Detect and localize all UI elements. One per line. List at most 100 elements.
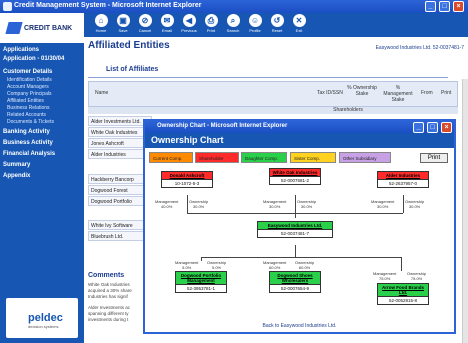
company-header: Easywood Industries Ltd. 52-0037481-7 <box>375 45 464 51</box>
nav-summary[interactable]: Summary <box>3 162 30 168</box>
exit-button[interactable]: ✕ Exit <box>288 14 310 33</box>
node-white-oak[interactable]: White Oak Industries 52-0007681-2 <box>269 168 321 185</box>
window-titlebar: Credit Management System - Microsoft Int… <box>0 0 468 13</box>
connector <box>187 195 188 213</box>
ownership-chart-window: Ownership Chart - Microsoft Internet Exp… <box>143 119 456 334</box>
search-icon: ⌕ <box>226 14 240 27</box>
back-link[interactable]: Back to Easywood Industries Ltd. <box>145 323 454 329</box>
comment-line: acquired a 30% share <box>88 288 132 293</box>
nav-documents[interactable]: Documents & Tickets <box>7 119 54 125</box>
connector <box>201 257 202 261</box>
connector <box>295 195 296 218</box>
nav-affiliated-entities[interactable]: Affiliated Entities <box>7 98 44 104</box>
profile-icon: ☺ <box>248 14 262 27</box>
cancel-icon: ⊘ <box>138 14 152 27</box>
popup-maximize-button[interactable]: □ <box>427 122 438 133</box>
popup-close-button[interactable]: × <box>441 122 452 133</box>
ann-own: Ownership 30.0% <box>297 199 317 209</box>
popup-title: Ownership Chart - Microsoft Internet Exp… <box>157 123 288 129</box>
toolbar: ⌂ Home ▣ Save ⊘ Cancel ✉ Email ◀ Previous ⎙ Pr… <box>84 13 468 37</box>
nav-account-managers[interactable]: Account Managers <box>7 84 49 90</box>
peldec-logo: peldec decision systems <box>6 298 78 338</box>
nav-identification[interactable]: Identification Details <box>7 77 52 83</box>
cancel-button[interactable]: ⊘ Cancel <box>134 14 156 33</box>
ann-mgmt: Management 30.0% <box>263 199 287 209</box>
nav-customer-details[interactable]: Customer Details <box>3 69 52 75</box>
ann-own: Ownership 75.0% <box>407 271 427 281</box>
legend-sister: Sister Comp. <box>290 152 336 163</box>
nav-appendix[interactable]: Appendix <box>3 173 30 179</box>
legend-other: Other Subsidiary <box>339 152 391 163</box>
col-print: Print <box>441 90 452 96</box>
popup-print-button[interactable]: Print <box>420 153 448 163</box>
comment-line: investments during t <box>88 317 129 322</box>
table-header: Name Tax ID/SSN % Ownership Stake % Mana… <box>88 81 458 107</box>
list-title: List of Affiliates <box>88 66 448 78</box>
reset-icon: ↺ <box>270 14 284 27</box>
popup-header: Ownership Chart <box>145 133 454 148</box>
exit-icon: ✕ <box>292 14 306 27</box>
popup-minimize-button[interactable]: _ <box>413 122 424 133</box>
col-name: Name <box>95 90 109 96</box>
ann-mgmt: Management 5.0% <box>175 260 199 270</box>
nav-business-relations[interactable]: Business Relations <box>7 105 50 111</box>
legend: Current Comp. Shareholder Daughter Comp.… <box>149 152 449 164</box>
window-title: Credit Management System - Microsoft Int… <box>14 2 202 9</box>
connector <box>201 257 401 258</box>
save-icon: ▣ <box>116 14 130 27</box>
node-easywood-current[interactable]: Easywood Industries Ltd. 52-0037481-7 <box>257 221 333 238</box>
popup-titlebar: Ownership Chart - Microsoft Internet Exp… <box>145 121 454 133</box>
email-button[interactable]: ✉ Email <box>156 14 178 33</box>
col-ownership: % Ownership Stake <box>347 85 377 97</box>
reset-button[interactable]: ↺ Reset <box>266 14 288 33</box>
email-icon: ✉ <box>160 14 174 27</box>
comment-line: spanning different ty <box>88 311 129 316</box>
node-donald-ashcroft[interactable]: Donald Ashcroft 10-1072-5-3 <box>161 171 213 188</box>
save-button[interactable]: ▣ Save <box>112 14 134 33</box>
node-dogwood-shoes[interactable]: Dogwood Shoes Wholesalers 52-0007654-9 <box>269 271 321 293</box>
ann-mgmt: Management 75.0% <box>373 271 397 281</box>
previous-button[interactable]: ◀ Previous <box>178 14 200 33</box>
nav-related-accounts[interactable]: Related Accounts <box>7 112 46 118</box>
ie-icon <box>3 2 12 11</box>
ann-mgmt: Management 40.0% <box>155 199 179 209</box>
nav-company-principals[interactable]: Company Principals <box>7 91 51 97</box>
home-button[interactable]: ⌂ Home <box>90 14 112 33</box>
col-tax: Tax ID/SSN <box>317 90 343 96</box>
maximize-button[interactable]: □ <box>439 1 450 12</box>
legend-current: Current Comp. <box>149 152 193 163</box>
sidebar: CREDIT BANK Applications Application - 0… <box>0 13 84 343</box>
comment-line: White Oak Industries <box>88 282 130 287</box>
nav-banking-activity[interactable]: Banking Activity <box>3 129 50 135</box>
ann-mgmt: Management 30.0% <box>371 199 395 209</box>
search-button[interactable]: ⌕ Search <box>222 14 244 33</box>
col-from: From <box>421 90 433 96</box>
nav-applications[interactable]: Applications <box>3 47 39 53</box>
minimize-button[interactable]: _ <box>425 1 436 12</box>
legend-shareholder: Shareholder <box>195 152 239 163</box>
node-dogwood-portfolio[interactable]: Dogwood Portfolio Management 52-3953781-1 <box>175 271 227 293</box>
credit-bank-logo: CREDIT BANK <box>0 13 84 43</box>
connector <box>295 245 296 257</box>
node-alder-industries[interactable]: Alder Industries 52-2637957-0 <box>377 171 429 188</box>
ann-own: Ownership 60.0% <box>295 260 315 270</box>
close-button[interactable]: × <box>453 1 464 12</box>
previous-icon: ◀ <box>182 14 196 27</box>
print-icon: ⎙ <box>204 14 218 27</box>
home-icon: ⌂ <box>94 14 108 27</box>
connector <box>187 213 403 214</box>
comment-line: Alder Investments ac <box>88 305 131 310</box>
nav-financial-analysis[interactable]: Financial Analysis <box>3 151 55 157</box>
bank-logo-icon <box>5 22 23 34</box>
print-button[interactable]: ⎙ Print <box>200 14 222 33</box>
profile-button[interactable]: ☺ Profile <box>244 14 266 33</box>
ann-mgmt: Management 60.0% <box>263 260 287 270</box>
main-scrollbar[interactable] <box>462 79 468 343</box>
legend-daughter: Daughter Comp. <box>241 152 287 163</box>
node-arrow-food[interactable]: Arrow Food Brands Ltd. 52-0052915-8 <box>377 283 429 305</box>
ann-own: Ownership 5.0% <box>207 260 227 270</box>
nav-application-date[interactable]: Application - 01/30/04 <box>3 56 64 62</box>
ann-own: Ownership 30.0% <box>405 199 425 209</box>
page-title: Affiliated Entities <box>88 40 170 51</box>
nav-business-activity[interactable]: Business Activity <box>3 140 53 146</box>
